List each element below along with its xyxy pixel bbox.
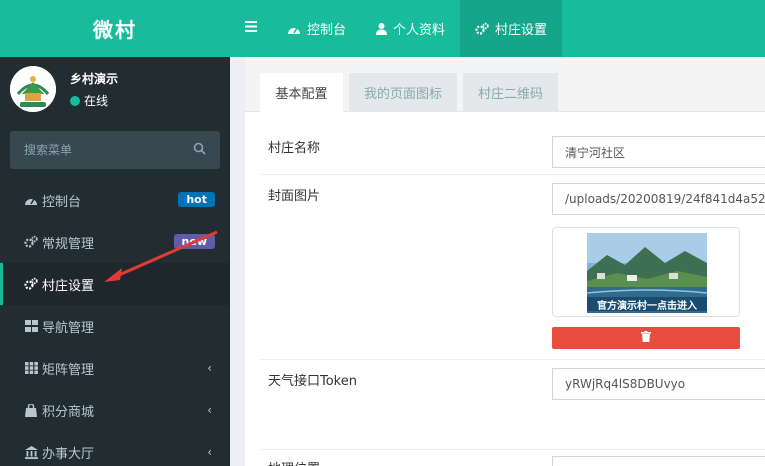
search-input[interactable] — [24, 143, 193, 157]
sidebar-item-general[interactable]: 常规管理 new — [0, 221, 230, 263]
sidebar-item-points-mall[interactable]: 积分商城 ‹ — [0, 389, 230, 431]
sidebar: 微村 乡村演示 在线 控制台 — [0, 0, 230, 466]
dashboard-icon — [287, 23, 301, 35]
tab-profile[interactable]: 个人资料 — [361, 0, 460, 57]
delete-image-button[interactable] — [552, 327, 740, 349]
cogs-icon — [20, 235, 42, 249]
sidebar-item-label: 矩阵管理 — [42, 362, 95, 378]
config-tabs: 基本配置 我的页面图标 村庄二维码 — [245, 57, 765, 112]
chevron-left-icon: ‹ — [207, 403, 212, 417]
field-label: 天气接口Token — [268, 374, 357, 389]
sidebar-item-navigation[interactable]: 导航管理 — [0, 305, 230, 347]
sidebar-item-label: 积分商城 — [42, 404, 95, 420]
user-panel: 乡村演示 在线 — [10, 66, 220, 116]
form-row-location: 地理位置 — [260, 450, 765, 466]
chevron-left-icon: ‹ — [207, 361, 212, 375]
avatar — [10, 66, 56, 112]
sidebar-item-label: 常规管理 — [42, 236, 95, 252]
online-dot-icon — [70, 95, 80, 106]
form-row-cover-image: 封面图片 /uploads/20200819/24f841d4a5255d1 官… — [260, 175, 765, 360]
tab-label: 控制台 — [307, 23, 347, 38]
search-icon[interactable] — [193, 142, 206, 159]
grid-icon — [20, 320, 42, 332]
dashboard-icon — [20, 194, 42, 206]
cover-image-input[interactable]: /uploads/20200819/24f841d4a5255d1 — [552, 183, 765, 215]
weather-token-input[interactable]: yRWjRq4lS8DBUvyo — [552, 368, 765, 400]
tab-basic-config[interactable]: 基本配置 — [260, 73, 343, 112]
sidebar-item-label: 导航管理 — [42, 320, 95, 336]
user-status-text: 在线 — [84, 94, 109, 108]
app-logo[interactable]: 微村 — [0, 0, 230, 57]
user-icon — [376, 22, 388, 35]
tab-dashboard[interactable]: 控制台 — [272, 0, 361, 57]
sidebar-menu: 控制台 hot 常规管理 new 村庄设置 导航管理 矩阵管理 ‹ 积分商城 ‹… — [0, 179, 230, 466]
thumbnail-caption: 官方演示村一点击进入 — [597, 301, 697, 312]
chevron-left-icon: ‹ — [207, 445, 212, 459]
cover-image-preview[interactable]: 官方演示村一点击进入 — [552, 227, 740, 317]
village-name-input[interactable]: 清宁河社区 — [552, 136, 765, 168]
sidebar-item-matrix[interactable]: 矩阵管理 ‹ — [0, 347, 230, 389]
tab-label: 村庄设置 — [495, 23, 548, 38]
field-label: 村庄名称 — [268, 141, 321, 156]
tab-page-icons[interactable]: 我的页面图标 — [349, 73, 457, 112]
new-badge: new — [173, 234, 215, 249]
form-row-village-name: 村庄名称 清宁河社区 — [260, 127, 765, 175]
tab-village-qrcode[interactable]: 村庄二维码 — [463, 73, 558, 112]
sidebar-item-label: 控制台 — [42, 194, 82, 210]
sidebar-item-village-settings[interactable]: 村庄设置 — [0, 263, 230, 305]
cogs-icon — [475, 22, 489, 36]
hamburger-icon — [245, 21, 257, 36]
tab-village-settings[interactable]: 村庄设置 — [460, 0, 563, 57]
trash-icon — [641, 330, 651, 346]
sidebar-search — [10, 131, 220, 169]
hot-badge: hot — [178, 192, 215, 207]
sidebar-item-service-hall[interactable]: 办事大厅 ‹ — [0, 431, 230, 466]
sidebar-item-dashboard[interactable]: 控制台 hot — [0, 179, 230, 221]
menu-toggle-button[interactable] — [230, 0, 272, 57]
user-status: 在线 — [70, 92, 108, 109]
main-content: 基本配置 我的页面图标 村庄二维码 村庄名称 清宁河社区 封面图片 /uploa… — [245, 57, 765, 466]
location-input[interactable] — [552, 456, 765, 466]
field-label: 封面图片 — [268, 189, 321, 204]
bank-icon — [20, 445, 42, 459]
grid-small-icon — [20, 362, 42, 374]
tab-label: 个人资料 — [393, 23, 446, 38]
sidebar-item-label: 办事大厅 — [42, 446, 95, 462]
field-label: 地理位置 — [268, 458, 320, 466]
shopping-bag-icon — [20, 403, 42, 417]
user-name: 乡村演示 — [70, 72, 119, 86]
cogs-icon — [20, 277, 42, 291]
form-row-weather-token: 天气接口Token yRWjRq4lS8DBUvyo — [260, 360, 765, 450]
sidebar-item-label: 村庄设置 — [42, 278, 95, 294]
top-navbar: 控制台 个人资料 村庄设置 — [230, 0, 765, 57]
